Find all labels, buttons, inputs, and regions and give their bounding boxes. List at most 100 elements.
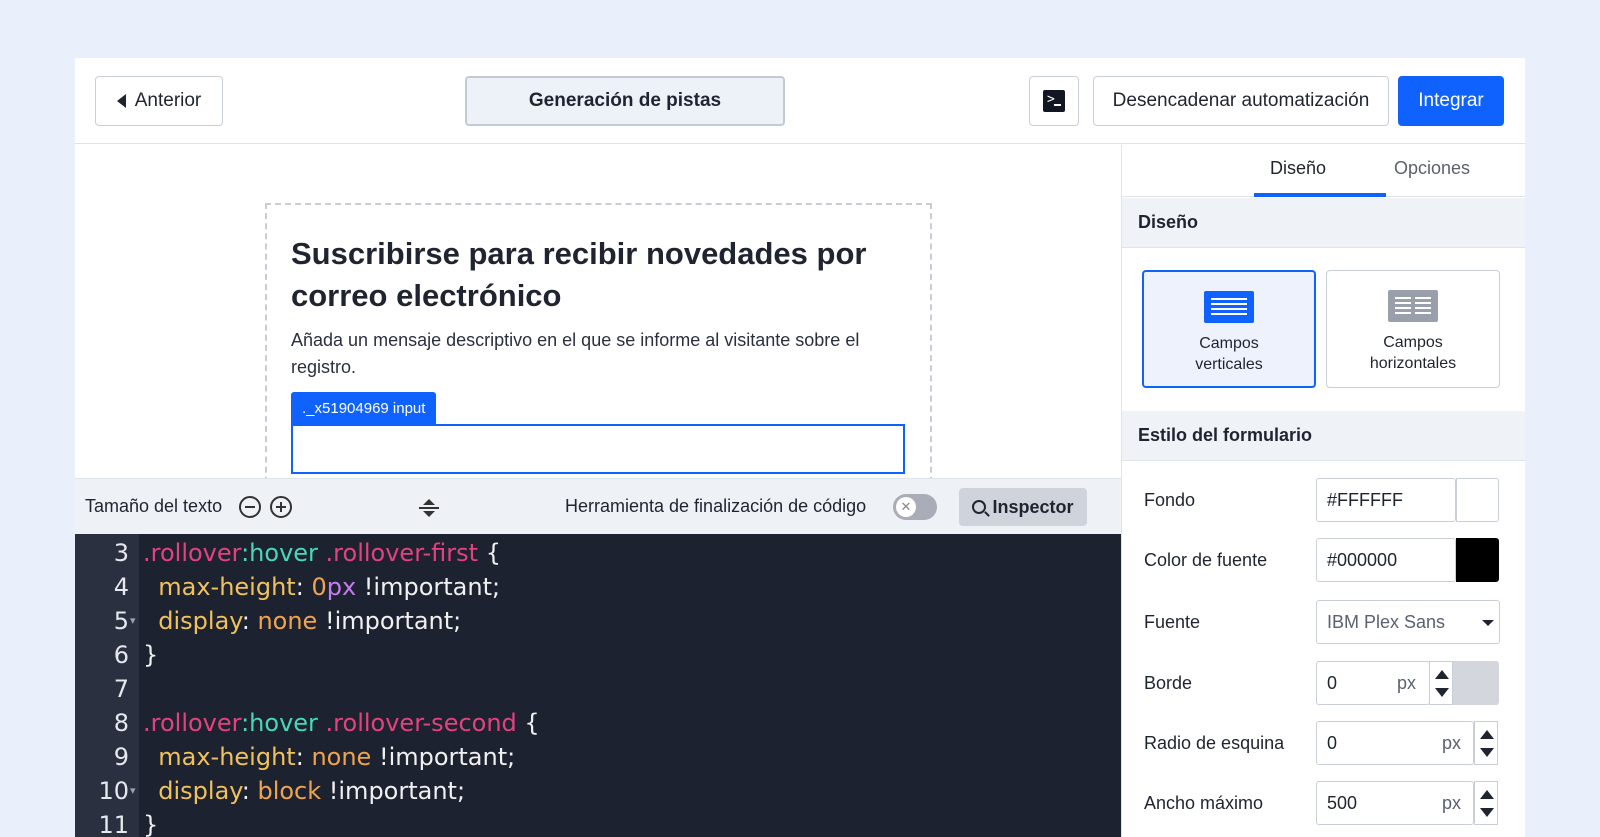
corner-radius-label: Radio de esquina [1144,733,1285,753]
form-canvas: Suscribirse para recibir novedades por c… [75,145,1121,503]
code-token: none [257,607,318,635]
back-button-label: Anterior [134,90,202,111]
max-width-stepper[interactable] [1474,781,1498,825]
settings-panel: Diseño Opciones Diseño Campos verticales… [1121,145,1525,837]
code-token: block [257,777,322,805]
code-text: .rollover:hover .rollover-second { [143,706,540,740]
font-select[interactable]: IBM Plex Sans [1316,600,1500,644]
section-form-style-header: Estilo del formulario [1122,411,1525,461]
line-number: 4 [113,573,129,601]
code-completion-toggle[interactable]: ✕ [893,494,937,520]
chevron-left-icon [116,94,126,108]
integrate-button[interactable]: Integrar [1398,76,1504,126]
close-icon: ✕ [896,497,916,517]
code-text: max-height: 0px !important; [143,570,500,604]
tab-design[interactable]: Diseño [1270,158,1326,179]
layout-vertical-option[interactable]: Campos verticales [1142,270,1316,388]
code-completion-label: Herramienta de finalización de código [565,496,867,516]
code-token: { [516,709,540,737]
code-line[interactable]: 11} [75,808,1121,837]
resize-splitter-icon[interactable] [418,497,440,519]
border-color-swatch[interactable] [1453,661,1499,705]
code-text: .rollover:hover .rollover-first { [143,536,501,570]
form-title[interactable]: Suscribirse para recibir novedades por c… [291,233,891,317]
vertical-fields-icon [1204,291,1254,323]
code-token: !important; [371,743,516,771]
font-color-swatch[interactable] [1456,538,1499,582]
corner-radius-stepper[interactable] [1474,721,1498,765]
max-width-label: Ancho máximo [1144,793,1264,813]
fold-arrow-icon[interactable]: ▾ [130,774,136,808]
decrease-text-size-icon[interactable] [239,496,261,518]
code-line[interactable]: 4 max-height: 0px !important; [75,570,1121,604]
line-number: 9 [113,743,129,771]
code-token: max-height [143,743,296,771]
selected-element-tag: ._x51904969 input [291,392,437,425]
terminal-icon: > [1043,90,1065,112]
code-token: { [478,539,501,567]
code-token: !important; [317,607,462,635]
code-line[interactable]: 3 .rollover:hover .rollover-first { [75,536,1121,570]
back-button[interactable]: Anterior [95,76,223,126]
fold-arrow-icon[interactable]: ▾ [130,604,136,638]
code-line[interactable]: 7 [75,672,1121,706]
trigger-automation-button[interactable]: Desencadenar automatización [1093,76,1389,126]
code-line[interactable]: 8 .rollover:hover .rollover-second { [75,706,1121,740]
max-width-unit: px [1442,793,1462,813]
border-unit: px [1397,673,1417,693]
trigger-automation-label: Desencadenar automatización [1112,90,1370,111]
code-text: } [143,638,158,672]
tab-options[interactable]: Opciones [1394,158,1470,179]
code-text: max-height: none !important; [143,740,515,774]
active-tab-indicator [1254,193,1386,197]
form-preview[interactable]: Suscribirse para recibir novedades por c… [265,203,932,503]
code-line[interactable]: 6} [75,638,1121,672]
line-number: 5 [113,607,129,635]
border-label: Borde [1144,673,1193,693]
section-design-header: Diseño [1122,198,1525,248]
line-number: 6 [113,641,129,669]
background-label: Fondo [1144,490,1196,510]
font-color-field[interactable]: #000000 [1316,538,1456,582]
font-label: Fuente [1144,612,1201,632]
inspector-label: Inspector [992,496,1074,517]
code-token: : [241,777,258,805]
layout-horizontal-option[interactable]: Campos horizontales [1326,270,1500,388]
css-code-editor[interactable]: 3 .rollover:hover .rollover-first {4 max-… [75,534,1121,837]
line-number: 3 [113,539,129,567]
terminal-button[interactable]: > [1029,76,1079,126]
search-icon [972,500,987,514]
code-text: } [143,808,158,837]
line-number: 10 [98,777,129,805]
code-token: .rollover-second [317,709,517,737]
code-token: :hover [241,709,318,737]
code-line[interactable]: 9 max-height: none !important; [75,740,1121,774]
line-number: 11 [98,811,129,837]
background-color-field[interactable]: #FFFFFF [1316,478,1456,522]
code-token: : [295,573,312,601]
page-title-label: Generación de pistas [528,90,722,111]
border-stepper[interactable] [1429,661,1453,705]
code-token: : [241,607,258,635]
line-number: 8 [113,709,129,737]
code-token: px [326,573,357,601]
code-text: display: none !important; [143,604,461,638]
code-line[interactable]: 5 ▾ display: none !important; [75,604,1121,638]
page-title[interactable]: Generación de pistas [465,76,785,126]
inspector-button[interactable]: Inspector [959,488,1087,526]
code-token: display [143,607,242,635]
font-color-label: Color de fuente [1144,550,1268,570]
code-token: .rollover-first [317,539,479,567]
code-token: !important; [356,573,501,601]
text-size-label: Tamaño del texto [85,496,223,516]
background-color-swatch[interactable] [1456,478,1499,522]
code-token: display [143,777,242,805]
integrate-label: Integrar [1418,90,1484,111]
form-description[interactable]: Añada un mensaje descriptivo en el que s… [291,327,901,381]
code-token: !important; [321,777,466,805]
code-token: :hover [241,539,318,567]
increase-text-size-icon[interactable] [270,496,292,518]
selected-input-field[interactable] [291,424,905,474]
code-line[interactable]: 10 ▾ display: block !important; [75,774,1121,808]
code-token: none [311,743,372,771]
